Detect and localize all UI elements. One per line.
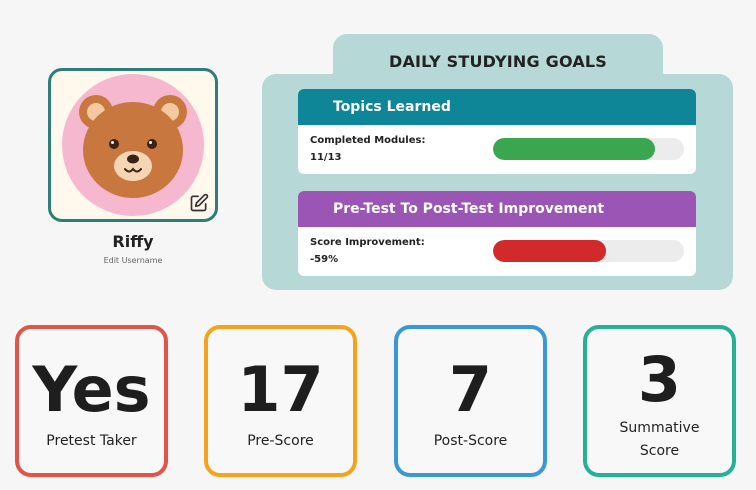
modules-progress-fill xyxy=(493,138,655,160)
improvement-card: Pre-Test To Post-Test Improvement Score … xyxy=(298,191,696,276)
edit-username-link[interactable]: Edit Username xyxy=(48,256,218,265)
stat-value: 3 xyxy=(637,343,682,416)
score-improvement-label: Score Improvement: xyxy=(310,237,425,248)
stat-label: Pretest Taker xyxy=(46,433,137,449)
stat-value: 17 xyxy=(237,353,324,426)
stat-label: Summative Score xyxy=(619,420,700,459)
completed-modules-value: 11/13 xyxy=(310,152,342,163)
stat-value: 7 xyxy=(448,353,493,426)
improvement-progress-bar xyxy=(493,240,684,262)
pretest-taker-card: Yes Pretest Taker xyxy=(15,325,168,477)
pre-score-card: 17 Pre-Score xyxy=(204,325,357,477)
topics-learned-header: Topics Learned xyxy=(298,89,696,125)
improvement-body: Score Improvement: -59% xyxy=(298,227,696,276)
improvement-header: Pre-Test To Post-Test Improvement xyxy=(298,191,696,227)
username: Riffy xyxy=(112,232,154,251)
stat-label: Post-Score xyxy=(433,433,508,449)
avatar-card xyxy=(48,68,218,222)
summative-score-card: 3 Summative Score xyxy=(583,325,736,477)
completed-modules-label: Completed Modules: xyxy=(310,135,426,146)
stat-value: Yes xyxy=(32,353,151,426)
modules-progress-bar xyxy=(493,138,684,160)
stat-label: Pre-Score xyxy=(247,433,314,449)
goals-title: DAILY STUDYING GOALS xyxy=(388,52,608,71)
topics-learned-body: Completed Modules: 11/13 xyxy=(298,125,696,174)
improvement-progress-fill xyxy=(493,240,606,262)
topics-learned-card: Topics Learned Completed Modules: 11/13 xyxy=(298,89,696,174)
score-improvement-value: -59% xyxy=(310,254,339,265)
teddy-bear-icon xyxy=(62,74,204,216)
pencil-square-icon[interactable] xyxy=(189,193,209,213)
post-score-card: 7 Post-Score xyxy=(394,325,547,477)
